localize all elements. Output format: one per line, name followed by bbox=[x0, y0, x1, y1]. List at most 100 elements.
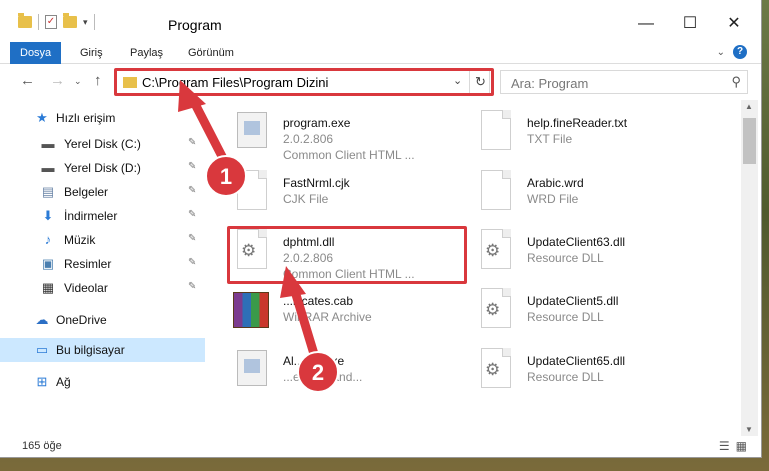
recent-locations-icon[interactable]: ⌄ bbox=[74, 76, 82, 87]
download-icon: ⬇ bbox=[42, 208, 54, 223]
pin-icon[interactable]: ✎ bbox=[188, 161, 196, 172]
tab-view[interactable]: Görünüm bbox=[178, 42, 244, 64]
sidebar-item-onedrive[interactable]: ☁ OneDrive bbox=[0, 308, 205, 332]
pin-icon[interactable]: ✎ bbox=[188, 233, 196, 244]
dll-file-icon: ⚙ bbox=[477, 348, 515, 394]
text-file-icon bbox=[477, 110, 515, 156]
properties-icon[interactable]: ✓ bbox=[45, 15, 57, 29]
file-name: Al...ATI.exe bbox=[283, 354, 345, 368]
expand-ribbon-icon[interactable]: ⌄ bbox=[717, 47, 725, 58]
pin-icon[interactable]: ✎ bbox=[188, 257, 196, 268]
file-detail: Resource DLL bbox=[527, 251, 604, 265]
sidebar-item-downloads[interactable]: ⬇ İndirmeler ✎ bbox=[0, 204, 205, 228]
file-detail: Resource DLL bbox=[527, 310, 604, 324]
sidebar-item-label: İndirmeler bbox=[64, 209, 118, 223]
sidebar-item-label: Yerel Disk (D:) bbox=[64, 161, 141, 175]
file-item[interactable]: FastNrml.cjk CJK File bbox=[233, 168, 473, 228]
star-icon: ★ bbox=[36, 110, 48, 125]
file-name: Arabic.wrd bbox=[527, 176, 584, 190]
search-icon[interactable]: ⚲ bbox=[731, 74, 741, 90]
large-icons-view-icon[interactable]: ▦ bbox=[736, 439, 747, 453]
up-button[interactable]: ↑ bbox=[94, 72, 102, 89]
close-button[interactable]: ✕ bbox=[712, 10, 756, 38]
sidebar-item-label: Belgeler bbox=[64, 185, 109, 199]
scroll-thumb[interactable] bbox=[743, 118, 756, 164]
tab-file[interactable]: Dosya bbox=[10, 42, 62, 64]
file-name: UpdateClient65.dll bbox=[527, 354, 626, 368]
scroll-up-icon[interactable]: ▲ bbox=[745, 102, 753, 111]
status-bar: 165 öğe ☰ ▦ bbox=[0, 436, 761, 457]
cloud-icon: ☁ bbox=[35, 312, 49, 327]
sidebar-item-label: Hızlı erişim bbox=[56, 111, 116, 125]
forward-button[interactable]: → bbox=[50, 72, 65, 89]
sidebar-item-disk-d[interactable]: ▬ Yerel Disk (D:) ✎ bbox=[0, 156, 205, 180]
maximize-button[interactable]: ☐ bbox=[668, 10, 712, 38]
executable-icon bbox=[233, 348, 271, 394]
file-detail: WRD File bbox=[527, 192, 579, 206]
pictures-icon: ▣ bbox=[41, 256, 55, 271]
file-item[interactable]: program.exe 2.0.2.806 Common Client HTML… bbox=[233, 108, 473, 168]
file-name: UpdateClient63.dll bbox=[527, 235, 626, 249]
minimize-button[interactable]: — bbox=[624, 10, 668, 38]
sidebar-item-label: Yerel Disk (C:) bbox=[64, 137, 141, 151]
file-highlight-box bbox=[227, 226, 467, 284]
file-detail: CJK File bbox=[283, 192, 329, 206]
vertical-scrollbar[interactable]: ▲ ▼ bbox=[741, 100, 758, 436]
tab-home[interactable]: Giriş bbox=[70, 42, 113, 64]
file-item[interactable]: ...ificates.cab WinRAR Archive bbox=[233, 286, 473, 346]
file-name: FastNrml.cjk bbox=[283, 176, 350, 190]
search-input[interactable]: Ara: Program ⚲ bbox=[500, 70, 748, 94]
sidebar-item-label: Müzik bbox=[64, 233, 96, 247]
sidebar-item-pictures[interactable]: ▣ Resimler ✎ bbox=[0, 252, 205, 276]
file-detail: TXT File bbox=[527, 132, 573, 146]
drive-icon: ▬ bbox=[41, 160, 55, 175]
search-placeholder: Ara: Program bbox=[511, 76, 589, 91]
sidebar-item-documents[interactable]: ▤ Belgeler ✎ bbox=[0, 180, 205, 204]
file-name: ...ificates.cab bbox=[283, 294, 354, 308]
new-folder-icon[interactable] bbox=[63, 13, 77, 28]
file-name: help.fineReader.txt bbox=[527, 116, 628, 130]
sidebar-item-network[interactable]: ⊞ Ağ bbox=[0, 370, 205, 394]
file-item[interactable]: Arabic.wrd WRD File bbox=[477, 168, 717, 228]
sidebar-item-this-pc[interactable]: ▭ Bu bilgisayar bbox=[0, 338, 205, 362]
navigation-pane: ★ Hızlı erişim ▬ Yerel Disk (C:) ✎ ▬ Yer… bbox=[0, 100, 205, 436]
network-icon: ⊞ bbox=[36, 374, 48, 389]
computer-icon: ▭ bbox=[35, 342, 49, 357]
pin-icon[interactable]: ✎ bbox=[188, 209, 196, 220]
pin-icon[interactable]: ✎ bbox=[188, 185, 196, 196]
music-icon: ♪ bbox=[44, 232, 52, 247]
file-item[interactable]: ⚙ UpdateClient65.dll Resource DLL bbox=[477, 346, 717, 406]
file-item[interactable]: help.fineReader.txt TXT File bbox=[477, 108, 717, 168]
file-item[interactable]: ⚙ UpdateClient5.dll Resource DLL bbox=[477, 286, 717, 346]
file-item[interactable]: ⚙ UpdateClient63.dll Resource DLL bbox=[477, 227, 717, 287]
tab-share[interactable]: Paylaş bbox=[120, 42, 173, 64]
details-view-icon[interactable]: ☰ bbox=[719, 439, 730, 453]
help-icon[interactable]: ? bbox=[733, 45, 747, 59]
sidebar-item-quick-access[interactable]: ★ Hızlı erişim bbox=[0, 106, 205, 130]
executable-icon bbox=[233, 110, 271, 156]
video-icon: ▦ bbox=[41, 280, 55, 295]
item-count: 165 öğe bbox=[22, 440, 62, 452]
toolbar-divider bbox=[93, 14, 95, 30]
address-highlight-box bbox=[114, 68, 494, 96]
sidebar-item-disk-c[interactable]: ▬ Yerel Disk (C:) ✎ bbox=[0, 132, 205, 156]
back-button[interactable]: ← bbox=[20, 72, 35, 89]
file-detail: Common Client HTML ... bbox=[283, 148, 415, 162]
generic-file-icon bbox=[233, 170, 271, 216]
file-detail: 2.0.2.806 bbox=[283, 132, 334, 146]
pin-icon[interactable]: ✎ bbox=[188, 281, 196, 292]
sidebar-item-label: Bu bilgisayar bbox=[56, 343, 125, 357]
file-name: program.exe bbox=[283, 116, 351, 130]
customize-toolbar-icon[interactable]: ▾ bbox=[83, 17, 88, 28]
file-detail: WinRAR Archive bbox=[283, 310, 372, 324]
folder-icon[interactable] bbox=[18, 13, 32, 28]
file-item[interactable]: Al...ATI.exe ...event hand... bbox=[233, 346, 473, 406]
drive-icon: ▬ bbox=[41, 136, 55, 151]
pin-icon[interactable]: ✎ bbox=[188, 137, 196, 148]
title-bar: ✓ ▾ Program — ☐ ✕ bbox=[0, 0, 761, 42]
scroll-down-icon[interactable]: ▼ bbox=[745, 425, 753, 434]
sidebar-item-videos[interactable]: ▦ Videolar ✎ bbox=[0, 276, 205, 300]
sidebar-item-label: Ağ bbox=[56, 375, 71, 389]
sidebar-item-music[interactable]: ♪ Müzik ✎ bbox=[0, 228, 205, 252]
dll-file-icon: ⚙ bbox=[477, 288, 515, 334]
